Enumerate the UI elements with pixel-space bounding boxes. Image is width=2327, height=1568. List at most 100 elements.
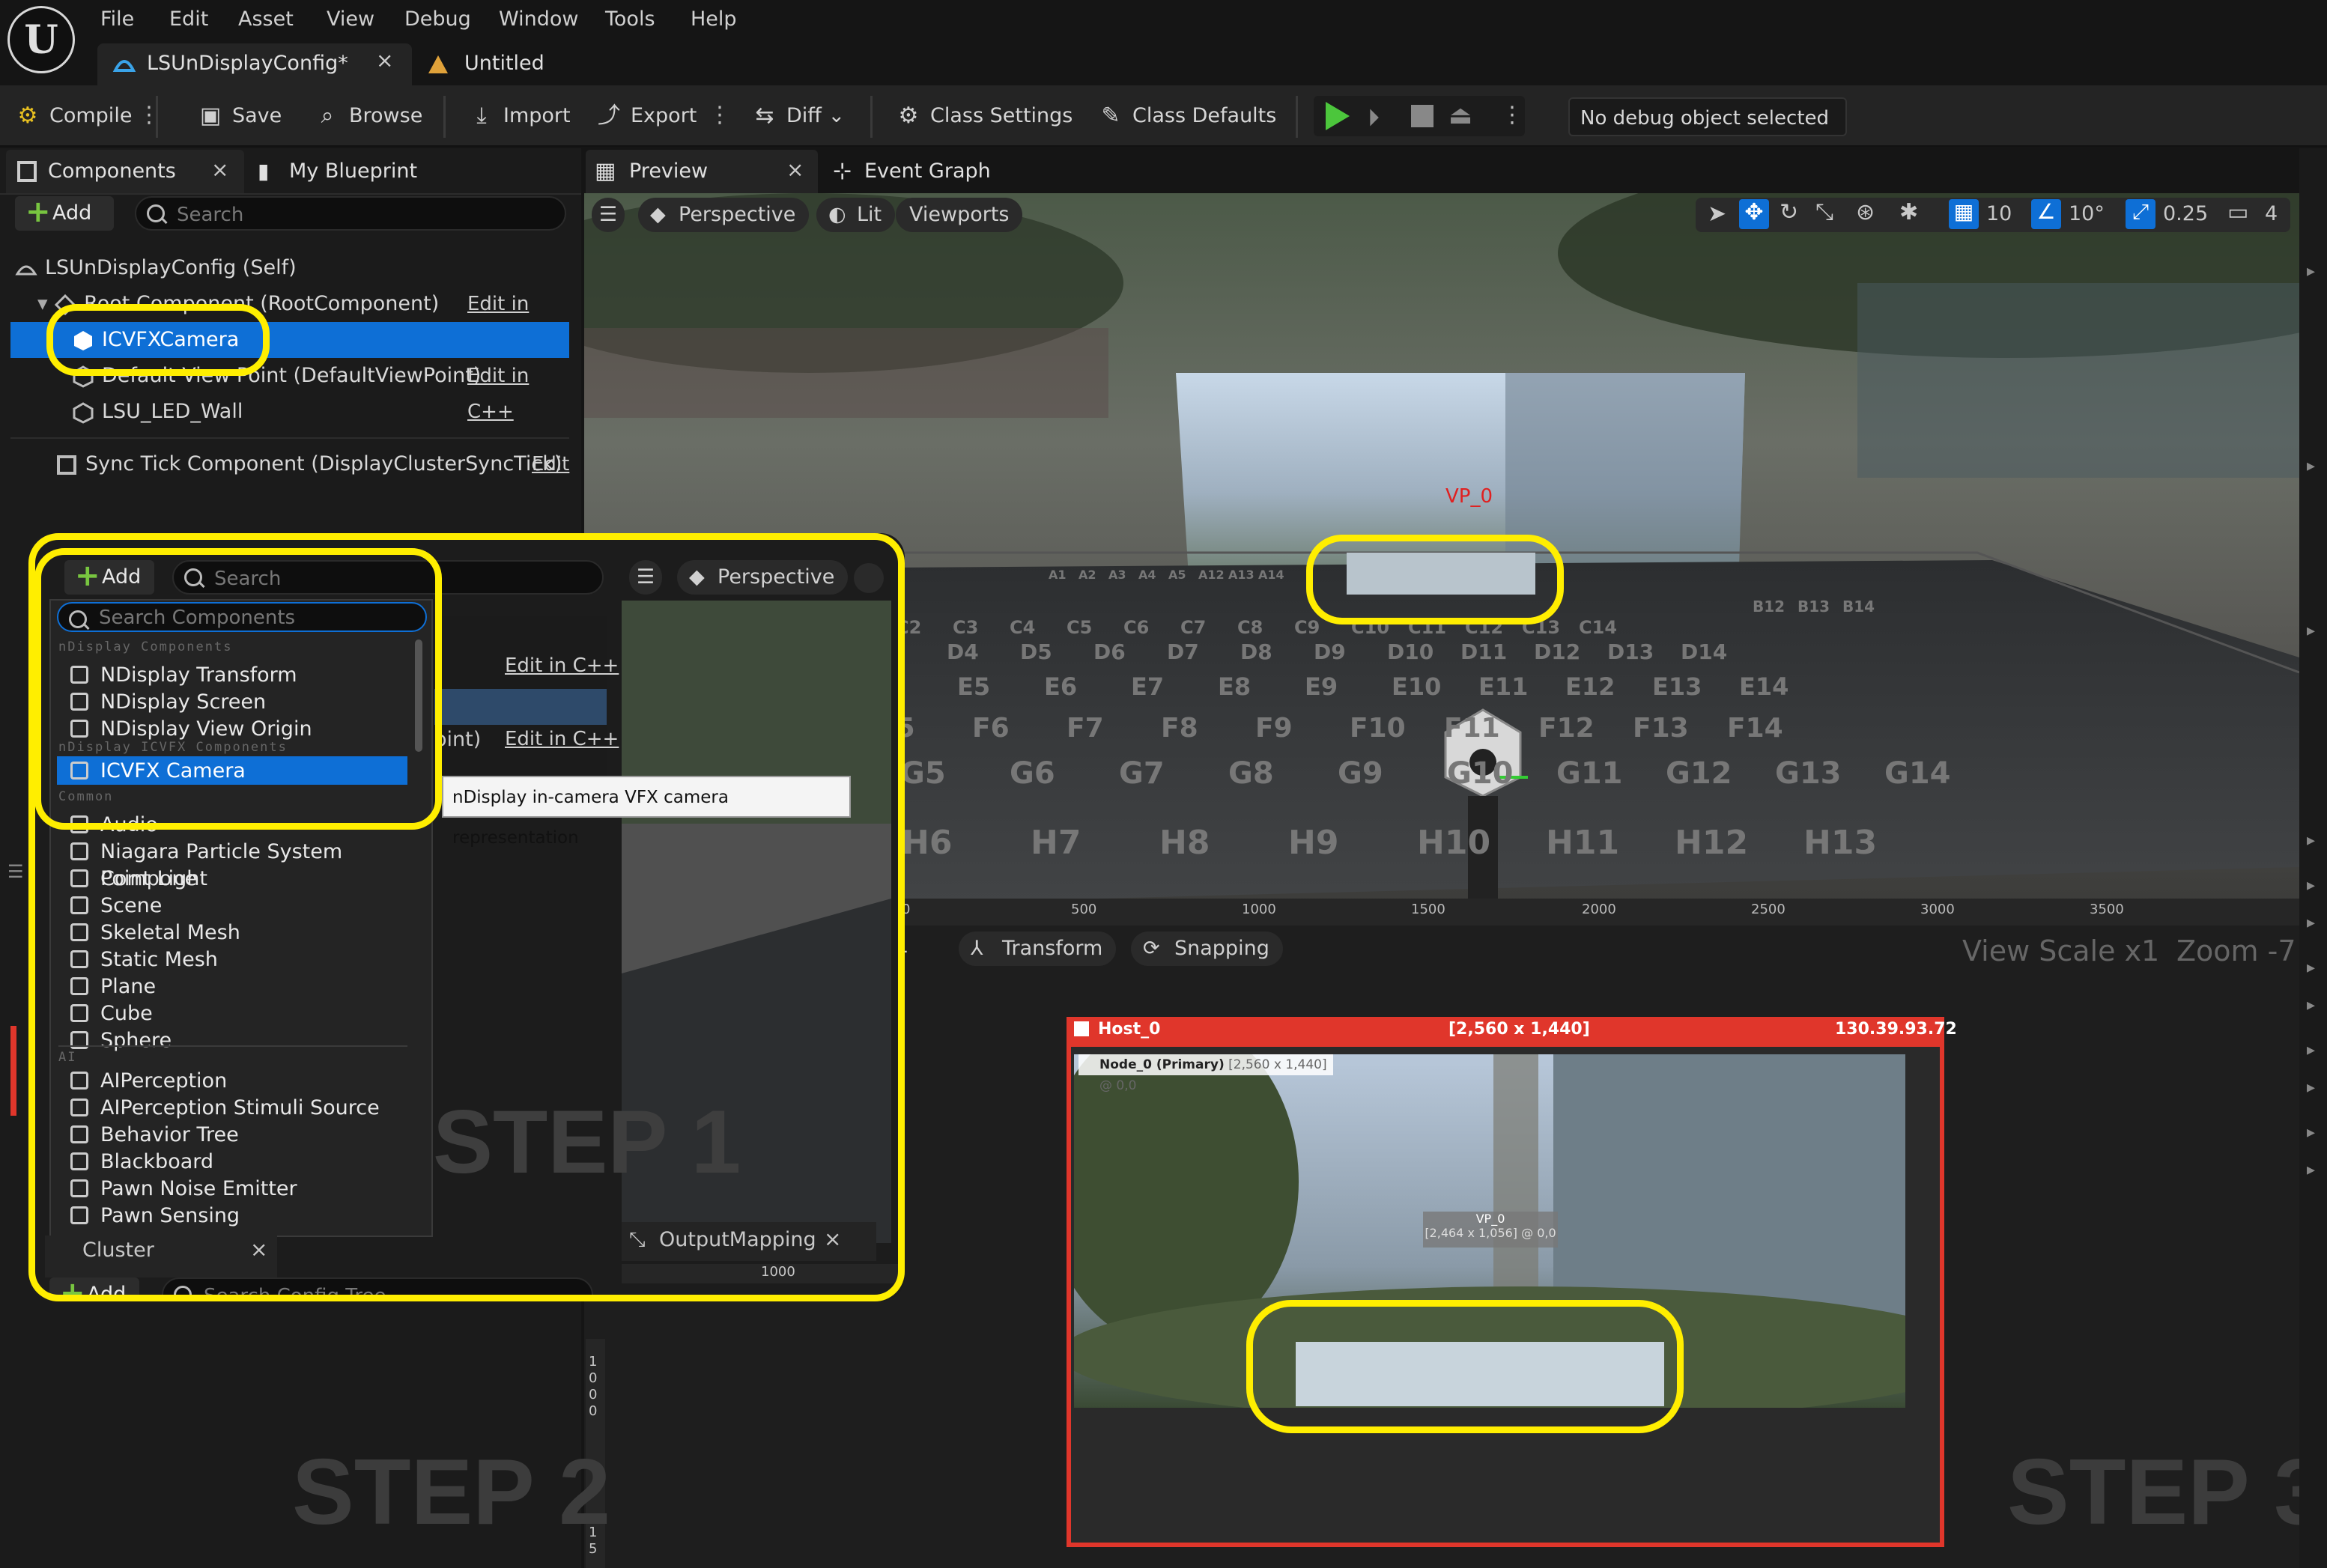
menu-help[interactable]: Help: [691, 4, 737, 34]
menu-edit[interactable]: Edit: [169, 4, 208, 34]
play-icon[interactable]: [1326, 102, 1350, 130]
diff-label: Diff: [786, 104, 822, 127]
surface-snap-icon[interactable]: ✱: [1899, 199, 1918, 225]
grid-cell-label: D12: [1534, 639, 1581, 664]
class-settings-button[interactable]: ⚙ Class Settings: [896, 99, 1073, 133]
scale-icon[interactable]: ⤡: [1815, 199, 1833, 225]
close-tab-icon[interactable]: ×: [786, 157, 804, 182]
expand-arrow-icon[interactable]: ▸: [2307, 1123, 2315, 1142]
export-options-icon[interactable]: ⋮: [709, 97, 731, 133]
tree-item-self[interactable]: LSUnDisplayConfig (Self): [15, 250, 297, 286]
expand-arrow-icon[interactable]: ▸: [2307, 1078, 2315, 1097]
expand-arrow-icon[interactable]: ▸: [2307, 996, 2315, 1015]
tab-label: Components: [48, 159, 176, 183]
tab-my-blueprint[interactable]: ▮ My Blueprint: [244, 150, 417, 193]
tab-preview[interactable]: ▦ Preview: [584, 150, 708, 193]
world-local-icon[interactable]: ⊛: [1856, 199, 1875, 225]
close-tab-icon[interactable]: ×: [211, 157, 228, 182]
menu-debug[interactable]: Debug: [404, 4, 471, 34]
grid-cell-label: C9: [1294, 617, 1320, 638]
grid-cell-label: H9: [1288, 824, 1339, 862]
stop-icon[interactable]: [1411, 105, 1433, 127]
browse-button[interactable]: ⌕ Browse: [315, 99, 423, 133]
camera-speed-value[interactable]: 4: [2265, 202, 2278, 225]
lit-button[interactable]: ◐ Lit: [816, 198, 896, 232]
menu-window[interactable]: Window: [499, 4, 578, 34]
menu-file[interactable]: File: [100, 4, 134, 34]
edit-cpp-link[interactable]: Edit in C++: [467, 358, 569, 430]
compile-button[interactable]: ⚙ Compile: [15, 99, 133, 133]
camera-speed-icon[interactable]: ▭: [2227, 199, 2248, 225]
step-icon[interactable]: ⏵: [1368, 103, 1380, 133]
debug-object-select[interactable]: No debug object selected ⌄: [1568, 97, 1847, 168]
tree-item-sync-tick[interactable]: Sync Tick Component (DisplayClusterSyncT…: [55, 446, 572, 482]
grid-cell-label: E11: [1478, 672, 1529, 701]
side-icon[interactable]: ☰: [7, 861, 25, 891]
viewports-button[interactable]: Viewports: [896, 198, 1023, 232]
expand-arrow-icon[interactable]: ▸: [2307, 958, 2315, 977]
browse-label: Browse: [349, 104, 423, 127]
expand-arrow-icon[interactable]: ▸: [2307, 457, 2315, 475]
grid-cell-label: F13: [1633, 713, 1689, 744]
component-search-input[interactable]: Search: [135, 196, 566, 231]
grid-cell-label: G14: [1884, 756, 1951, 791]
grid-cell-label: D11: [1460, 639, 1508, 664]
tab-event-graph[interactable]: ⊹ Event Graph: [819, 150, 991, 193]
perspective-button[interactable]: ◆ Perspective: [638, 198, 810, 232]
save-button[interactable]: ▣ Save: [198, 99, 282, 133]
grid-cell-label: H13: [1803, 824, 1878, 862]
doc-tab-lsundisplayconfig[interactable]: LSUnDisplayConfig*: [109, 45, 348, 82]
expand-arrow-icon[interactable]: ▸: [2307, 262, 2315, 281]
menu-asset[interactable]: Asset: [238, 4, 294, 34]
unreal-logo-icon[interactable]: U: [7, 6, 75, 73]
compile-options-icon[interactable]: ⋮: [138, 97, 160, 133]
tab-label: Preview: [629, 159, 709, 183]
ruler-tick: 500: [1071, 902, 1097, 917]
grid-cell-label: G6: [1010, 756, 1055, 791]
expand-arrow-icon[interactable]: ▸: [2307, 1161, 2315, 1179]
diff-button[interactable]: ⇆ Diff ⌄: [752, 99, 845, 133]
transform-button[interactable]: ⅄ Transform: [959, 932, 1117, 966]
blueprint-icon: [112, 60, 136, 72]
grid-cell-label: F11: [1444, 713, 1500, 744]
expand-arrow-icon[interactable]: ▸: [2307, 914, 2315, 932]
class-defaults-button[interactable]: ✎ Class Defaults: [1098, 99, 1276, 133]
menu-tools[interactable]: Tools: [605, 4, 655, 34]
close-tab-icon[interactable]: ×: [376, 48, 393, 73]
move-icon[interactable]: ✥: [1739, 199, 1769, 229]
viewport-menu-button[interactable]: ☰: [592, 198, 625, 232]
grid-cell-label: D9: [1314, 639, 1346, 664]
rotation-snap-value[interactable]: 10°: [2069, 202, 2105, 225]
grid-cell-label: F6: [972, 713, 1010, 744]
export-button[interactable]: ⤴ Export: [596, 99, 697, 133]
save-icon: ▣: [199, 103, 222, 129]
expand-arrow-icon[interactable]: ▸: [2307, 831, 2315, 850]
select-icon[interactable]: ➤: [1708, 201, 1726, 227]
import-button[interactable]: ⤓ Import: [469, 99, 570, 133]
doc-tab-untitled[interactable]: Untitled: [427, 45, 544, 82]
eject-icon[interactable]: ⏏: [1448, 100, 1472, 130]
ruler-labels: 0 500 1000 1500 2000 2500 3000 3500: [891, 902, 2299, 924]
rotate-icon[interactable]: ↻: [1780, 199, 1798, 225]
expand-arrow-icon[interactable]: ▸: [2307, 1041, 2315, 1060]
add-component-button[interactable]: Add: [15, 195, 114, 231]
expand-arrow-icon[interactable]: ▸: [2307, 622, 2315, 640]
scale-snap-icon[interactable]: ⤢: [2126, 199, 2155, 229]
play-options-icon[interactable]: ⋮: [1501, 97, 1523, 133]
grid-snap-icon[interactable]: ▦: [1949, 199, 1979, 229]
grid-cell-label: A5: [1168, 568, 1186, 582]
highlight-dropdown-top: [34, 548, 442, 830]
snapping-button[interactable]: ⟳ Snapping: [1131, 932, 1283, 966]
tree-item-led-wall[interactable]: LSU_LED_Wall: [72, 394, 243, 430]
divider: [0, 193, 581, 195]
grid-snap-value[interactable]: 10: [1986, 202, 2012, 225]
rotation-snap-icon[interactable]: ∠: [2031, 199, 2061, 229]
tree-label: LSUnDisplayConfig (Self): [45, 256, 297, 279]
tab-components[interactable]: Components: [3, 150, 176, 193]
edit-link[interactable]: Edit: [532, 446, 569, 482]
components-icon: [17, 161, 37, 182]
grid-cell-label: A14: [1258, 568, 1284, 582]
menu-view[interactable]: View: [327, 4, 374, 34]
expand-arrow-icon[interactable]: ▸: [2307, 876, 2315, 895]
scale-snap-value[interactable]: 0.25: [2163, 202, 2208, 225]
